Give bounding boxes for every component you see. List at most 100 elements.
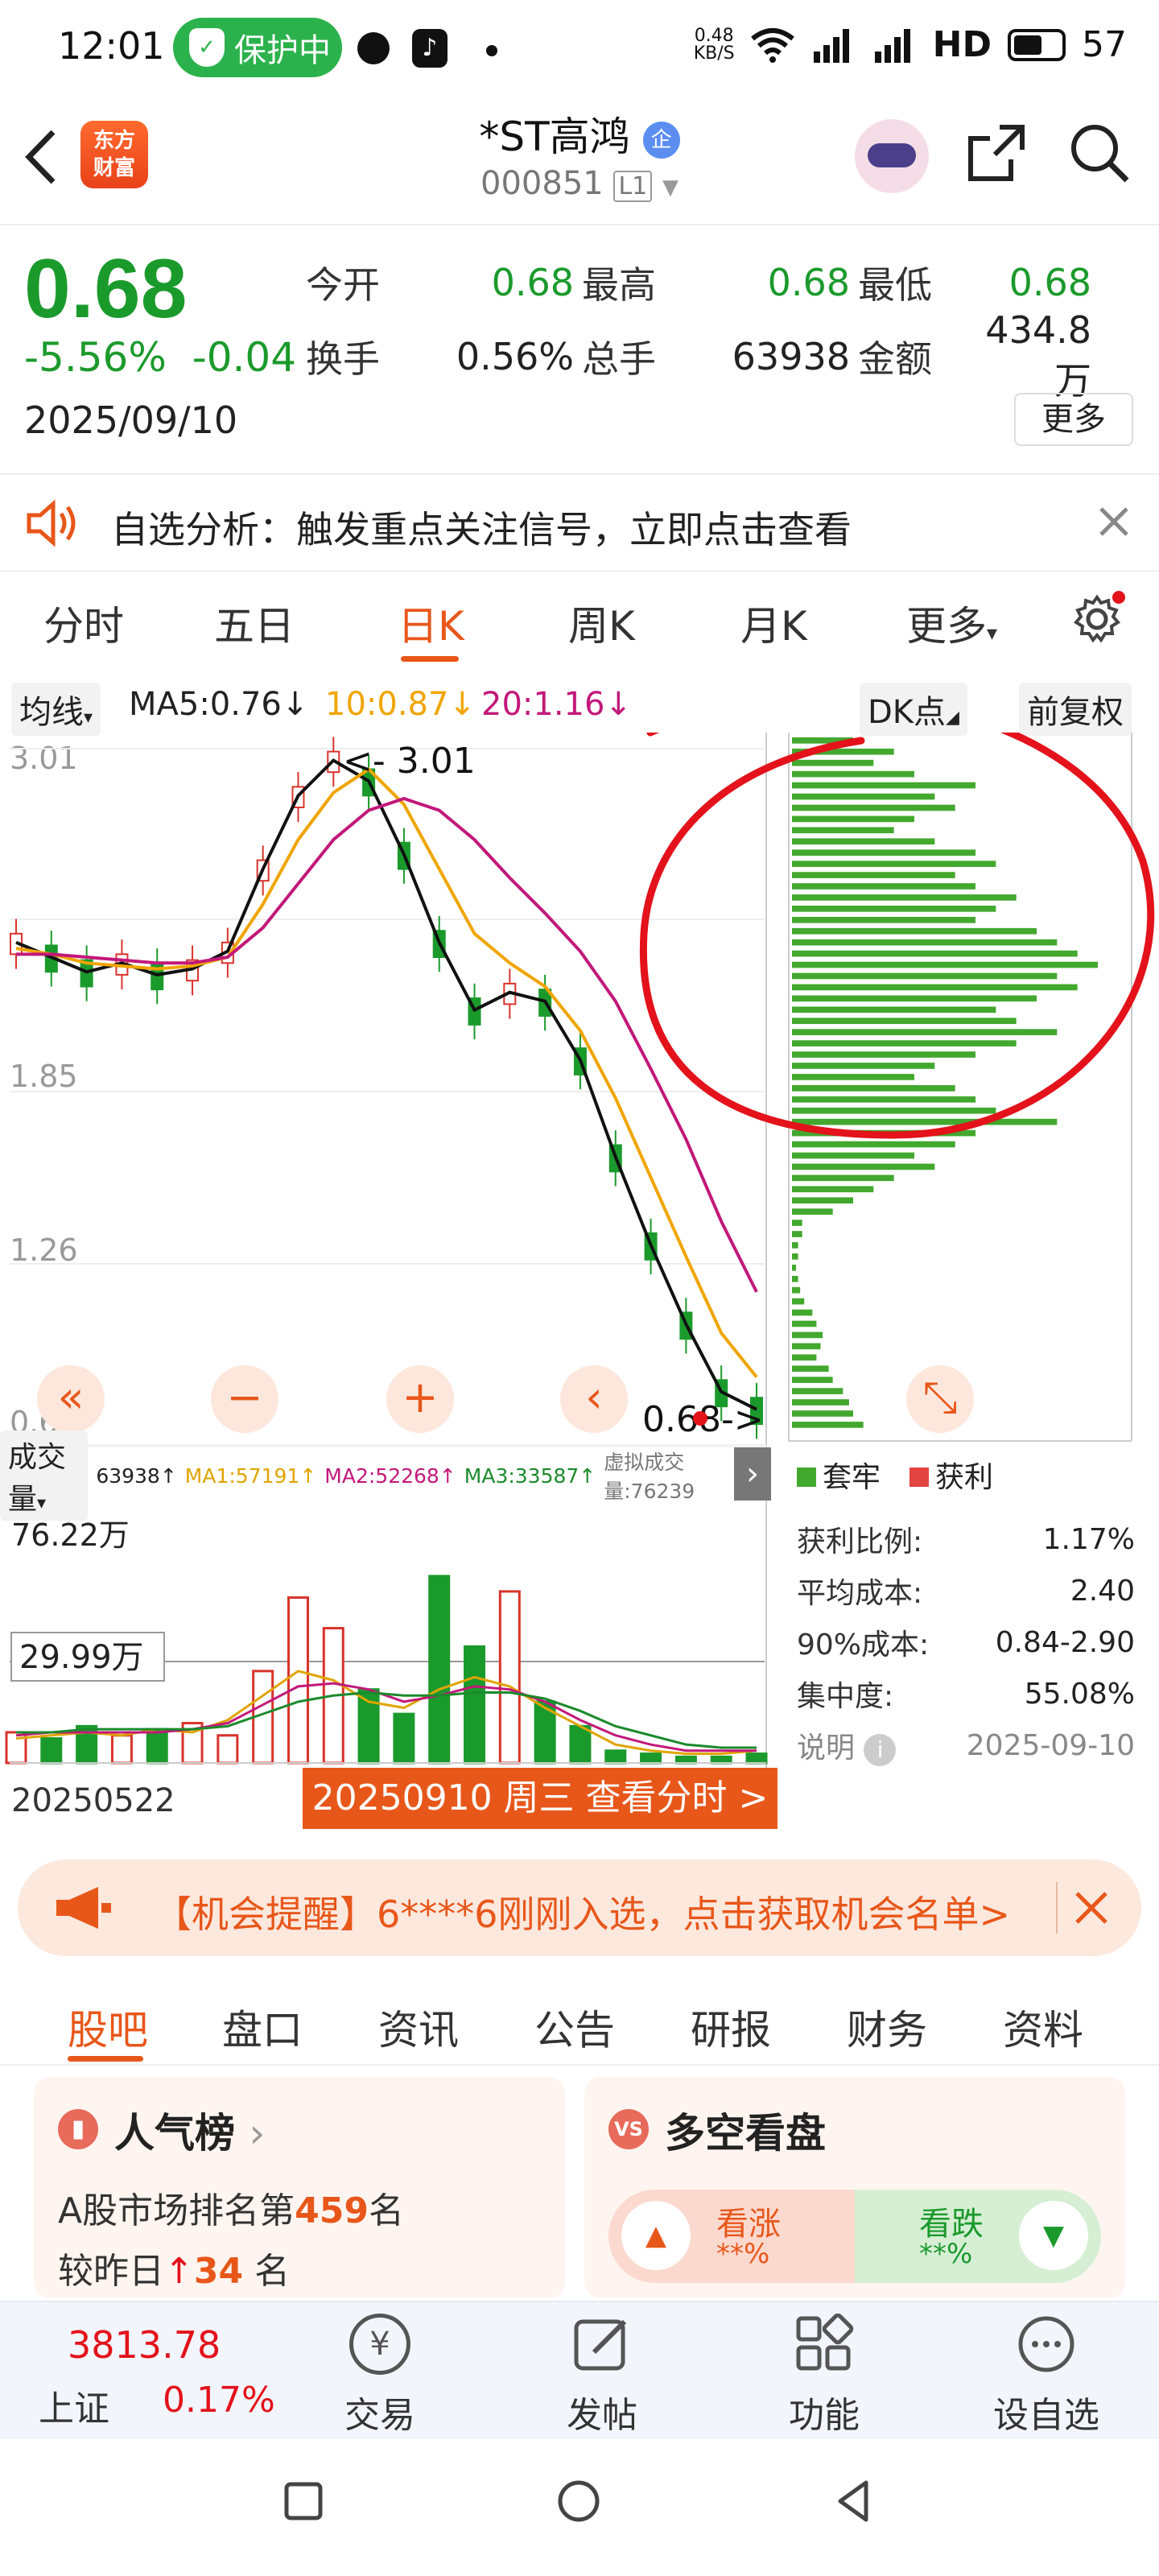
net-speed: 0.48 KB/S — [693, 25, 735, 64]
low-value: 0.68 — [1008, 261, 1091, 304]
dk-chip-bar — [792, 1410, 853, 1417]
watchlist-alert[interactable]: 自选分析：触发重点关注信号，立即点击查看 — [0, 473, 1159, 572]
adjust-select[interactable]: 前复权 — [1019, 683, 1132, 736]
dk-legend: 套牢 获利 — [797, 1454, 993, 1496]
close-opportunity-icon[interactable] — [1072, 1889, 1111, 1927]
tiktok-icon: ♪ — [412, 29, 448, 68]
dk-chip-bar — [792, 1029, 1058, 1035]
volume-label: 总手 — [582, 337, 656, 381]
opportunity-banner[interactable]: 【机会提醒】6****6刚刚入选，点击获取机会名单> — [18, 1860, 1141, 1956]
stock-name: *ST高鸿 — [479, 114, 630, 160]
tab-finance[interactable]: 财务 — [847, 1998, 927, 2056]
dk-stat-label: 平均成本: — [797, 1577, 923, 1610]
dk-chip-bar — [792, 1331, 823, 1339]
tab-orderbook[interactable]: 盘口 — [222, 1998, 303, 2056]
tab-five-day[interactable]: 五日 — [214, 594, 295, 652]
nav-trade[interactable]: ¥ 交易 — [299, 2302, 460, 2441]
enterprise-badge: 企 — [642, 121, 680, 159]
dk-select[interactable]: DK点◢ — [860, 683, 967, 736]
ma-legend-row: 均线▾ MA5:0.76↓ 10:0.87↓ 20:1.16↓ DK点◢ 前复权 — [0, 676, 1159, 736]
dk-chip-bar — [792, 1208, 833, 1215]
settings-gear-icon[interactable] — [1070, 589, 1127, 646]
tab-forum[interactable]: 股吧 — [68, 1998, 148, 2056]
dk-chip-bar — [792, 1253, 798, 1260]
dk-chip-bar — [792, 1231, 802, 1237]
volume-total: 63938↑ — [96, 1463, 177, 1488]
nav-functions[interactable]: 功能 — [744, 2302, 905, 2441]
volume-bar — [710, 1755, 732, 1765]
dk-stat-row: 平均成本: 2.40 — [797, 1565, 1135, 1616]
dk-chip-bar — [792, 1074, 914, 1080]
dk-stat-label: 获利比例: — [797, 1525, 923, 1558]
status-bar: 12:01 ✓ 保护中 ♪ 0.48 KB/S HD 57 — [0, 0, 1159, 101]
dk-chip-bar — [792, 849, 975, 857]
dk-chip-bar — [792, 759, 874, 766]
tab-announcements[interactable]: 公告 — [534, 1998, 615, 2056]
dk-stat-value: 55.08% — [1024, 1677, 1135, 1711]
info-icon[interactable]: i — [864, 1734, 897, 1766]
index-name: 上证 — [39, 2388, 109, 2429]
sentiment-card[interactable]: VS 多空看盘 ▲ 看涨 **% 看跌 **% ▼ — [584, 2077, 1125, 2298]
code-dropdown-icon: ▼ — [662, 175, 678, 200]
dk-stat-row: 获利比例: 1.17% — [797, 1513, 1135, 1565]
tab-research[interactable]: 研报 — [691, 1998, 771, 2056]
volume-bar — [569, 1724, 592, 1765]
volume-ma3: MA3:33587↑ — [464, 1463, 596, 1488]
volume-select[interactable]: 成交量▾ — [0, 1430, 89, 1521]
tab-monthly-k[interactable]: 月K — [740, 594, 807, 652]
search-icon[interactable] — [1067, 121, 1132, 185]
recents-square-icon[interactable] — [282, 2479, 325, 2523]
tab-weekly-k[interactable]: 周K — [568, 594, 635, 652]
volume-bar — [464, 1645, 486, 1765]
dk-chip-bar — [792, 1377, 833, 1383]
vote-bull-button[interactable]: ▲ 看涨 **% — [608, 2190, 855, 2283]
high-value: 0.68 — [767, 261, 850, 304]
ma20-value: 20:1.16↓ — [481, 686, 632, 723]
dk-note-row[interactable]: 说明 i 2025-09-10 — [797, 1719, 1135, 1771]
dk-chip-bar — [792, 906, 996, 912]
dk-chip-bar — [792, 804, 955, 811]
volume-bar — [745, 1752, 768, 1765]
vs-icon: VS — [608, 2109, 649, 2149]
panel-toggle-icon[interactable]: › — [734, 1447, 771, 1501]
share-icon[interactable] — [964, 121, 1029, 185]
popularity-card[interactable]: ▮ 人气榜 › A股市场排名第459名 较昨日↑34 名 — [34, 2077, 565, 2298]
expand-icon[interactable]: ⤡ — [906, 1365, 974, 1433]
ma-lines-layer — [15, 758, 758, 1411]
turnover-value: 0.56% — [456, 335, 574, 378]
zoom-in-icon[interactable]: + — [386, 1365, 454, 1433]
tab-more[interactable]: 更多▾ — [906, 594, 997, 652]
more-quote-button[interactable]: 更多 — [1014, 393, 1133, 446]
candles-layer — [10, 737, 763, 1439]
rank-post: 名 — [368, 2190, 404, 2231]
nav-functions-label: 功能 — [789, 2395, 860, 2436]
index-ticker[interactable]: 3813.78 上证 0.17% — [24, 2302, 275, 2441]
view-intraday-badge[interactable]: 20250910 周三 查看分时 > — [303, 1768, 777, 1829]
scroll-left-icon[interactable]: ‹ — [560, 1365, 628, 1433]
vote-bear-button[interactable]: 看跌 **% ▼ — [855, 2190, 1101, 2283]
dk-chip-bar — [792, 793, 935, 800]
bottom-nav: 3813.78 上证 0.17% ¥ 交易 发帖 功能 设自选 — [0, 2301, 1159, 2439]
volume-max-label: 76.22万 — [11, 1517, 130, 1553]
megaphone-icon — [56, 1887, 111, 1929]
indicator-select[interactable]: 均线▾ — [11, 683, 101, 736]
tab-intraday[interactable]: 分时 — [43, 594, 124, 652]
zoom-out-icon[interactable]: − — [211, 1365, 278, 1433]
nav-post[interactable]: 发帖 — [522, 2302, 683, 2441]
dk-chip-bar — [792, 782, 975, 789]
tab-profile[interactable]: 资料 — [1003, 1998, 1083, 2056]
protect-badge[interactable]: ✓ 保护中 — [173, 18, 342, 77]
back-triangle-icon[interactable] — [832, 2478, 876, 2524]
tab-news[interactable]: 资讯 — [378, 1998, 459, 2056]
home-circle-icon[interactable] — [555, 2478, 602, 2524]
scroll-left-fast-icon[interactable]: « — [37, 1365, 105, 1433]
assistant-avatar[interactable] — [855, 119, 929, 193]
dk-chip-bar — [792, 1264, 797, 1271]
volume-bar — [674, 1755, 697, 1765]
tab-daily-k[interactable]: 日K — [398, 594, 464, 652]
close-alert-icon[interactable] — [1096, 504, 1132, 539]
opportunity-text: 【机会提醒】6****6刚刚入选，点击获取机会名单> — [155, 1893, 1011, 1936]
nav-add-watchlist[interactable]: 设自选 — [966, 2302, 1127, 2441]
high-marker-label: 3.01 — [397, 741, 476, 782]
dk-chip-bar — [792, 1141, 955, 1148]
